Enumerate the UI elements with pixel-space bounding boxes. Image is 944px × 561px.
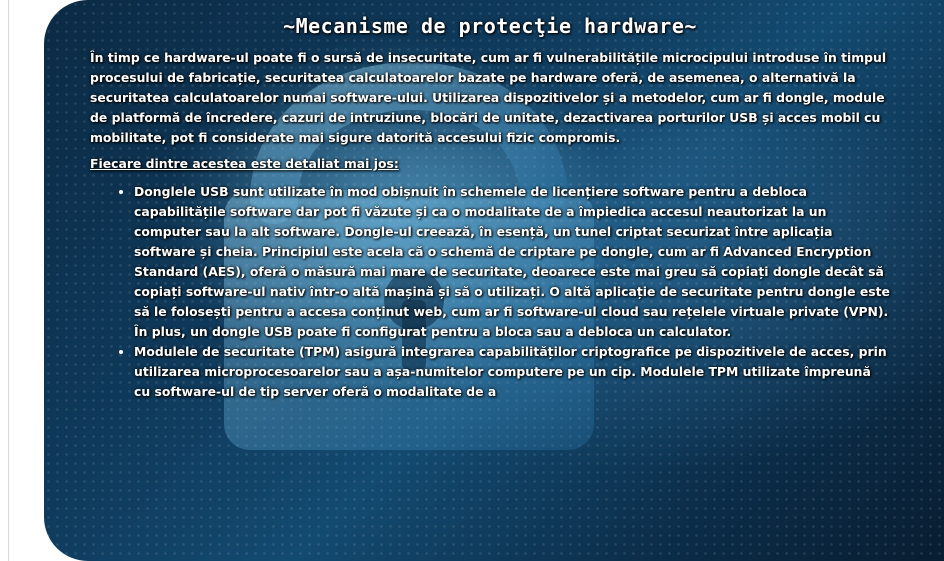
content-card: ~Mecanisme de protecţie hardware~ În tim…	[44, 0, 944, 561]
list-item-tpm: Modulele de securitate (TPM) asigură int…	[134, 342, 890, 402]
page-left-border	[0, 0, 9, 561]
details-link[interactable]: Fiecare dintre acestea este detaliat mai…	[90, 156, 399, 171]
article-content: ~Mecanisme de protecţie hardware~ În tim…	[90, 14, 890, 402]
list-item-usb-dongles: Donglele USB sunt utilizate în mod obișn…	[134, 182, 890, 342]
intro-paragraph: În timp ce hardware-ul poate fi o sursă …	[90, 50, 887, 145]
page-title: ~Mecanisme de protecţie hardware~	[283, 14, 697, 38]
mechanism-list: Donglele USB sunt utilizate în mod obișn…	[90, 182, 890, 402]
